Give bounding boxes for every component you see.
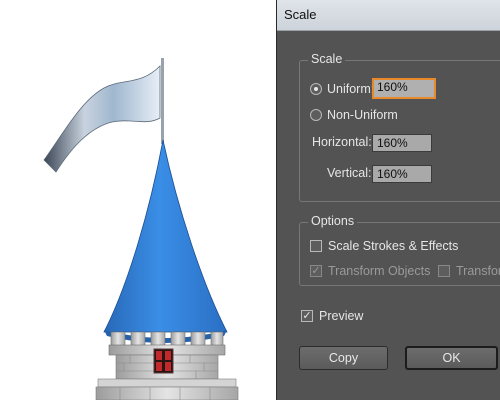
dialog-titlebar[interactable]: Scale — [277, 0, 500, 31]
scale-strokes-checkbox[interactable] — [310, 240, 322, 252]
preview-checkbox[interactable]: ✓ — [301, 310, 313, 322]
non-uniform-option[interactable]: Non-Uniform — [310, 105, 398, 125]
transform-patterns-label[interactable]: Transform Patterns — [456, 264, 500, 278]
vertical-label: Vertical: — [327, 166, 372, 180]
artboard[interactable] — [0, 0, 276, 401]
tower-window — [153, 348, 174, 374]
uniform-label[interactable]: Uniform: — [327, 82, 374, 96]
scale-group: Scale Uniform: 160% Non-Uniform Horizont… — [299, 52, 500, 202]
ok-button[interactable]: OK — [405, 346, 498, 370]
preview-label[interactable]: Preview — [319, 309, 363, 323]
transform-patterns-option[interactable]: Transform Patterns — [438, 261, 500, 281]
scale-strokes-option[interactable]: Scale Strokes & Effects — [310, 236, 458, 256]
dialog-title: Scale — [284, 7, 317, 22]
copy-button[interactable]: Copy — [299, 346, 388, 370]
horizontal-label: Horizontal: — [312, 135, 372, 149]
transform-objects-option[interactable]: ✓ Transform Objects — [310, 261, 430, 281]
vertical-field[interactable]: 160% — [372, 165, 432, 183]
options-group-legend: Options — [308, 214, 358, 228]
non-uniform-label[interactable]: Non-Uniform — [327, 108, 398, 122]
tower-lower-wall — [95, 386, 239, 401]
flag-graphic — [43, 65, 161, 173]
uniform-field[interactable]: 160% — [372, 78, 436, 99]
scale-strokes-label[interactable]: Scale Strokes & Effects — [328, 239, 458, 253]
transform-objects-checkbox[interactable]: ✓ — [310, 265, 322, 277]
horizontal-field[interactable]: 160% — [372, 134, 432, 152]
castle-tower-illustration[interactable] — [0, 0, 276, 401]
preview-option[interactable]: ✓ Preview — [301, 306, 363, 326]
scale-group-legend: Scale — [308, 52, 346, 66]
uniform-radio[interactable] — [310, 83, 322, 95]
transform-patterns-checkbox[interactable] — [438, 265, 450, 277]
flag-pole — [161, 58, 164, 144]
scale-dialog: Scale Scale Uniform: 160% Non-Uniform Ho… — [276, 0, 500, 400]
non-uniform-radio[interactable] — [310, 109, 322, 121]
roof-cone — [103, 139, 228, 333]
uniform-option[interactable]: Uniform: — [310, 79, 374, 99]
transform-objects-label[interactable]: Transform Objects — [328, 264, 430, 278]
options-group: Options Scale Strokes & Effects ✓ Transf… — [299, 214, 500, 286]
